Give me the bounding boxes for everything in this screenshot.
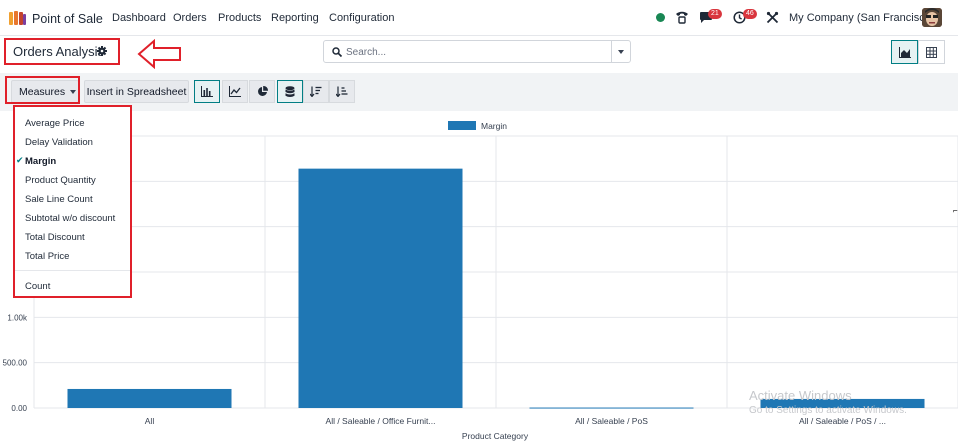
menu-dashboard[interactable]: Dashboard	[112, 12, 166, 24]
phone-icon[interactable]	[675, 10, 689, 24]
y-tick-label: 500.00	[3, 359, 28, 368]
search-input[interactable]	[346, 43, 608, 61]
line-chart-button[interactable]	[222, 80, 248, 103]
pie-chart-button[interactable]	[249, 80, 275, 103]
menu-orders[interactable]: Orders	[173, 12, 207, 24]
avatar-face-icon	[922, 8, 942, 27]
resize-handle-icon[interactable]: ⌐	[953, 206, 958, 215]
table-icon	[926, 46, 937, 58]
bar-chart-button[interactable]	[194, 80, 220, 103]
measure-count[interactable]: Count	[25, 281, 50, 292]
measure-total-discount[interactable]: Total Discount	[25, 232, 85, 243]
point-of-sale-app-icon[interactable]	[9, 11, 26, 25]
x-tick-label: All	[145, 416, 155, 426]
x-tick-label: All / Saleable / PoS	[575, 416, 648, 426]
pie-chart-icon	[257, 86, 268, 96]
company-switcher[interactable]: My Company (San Francisco)	[789, 12, 935, 24]
menu-divider	[15, 270, 130, 271]
bar-chart-icon	[201, 86, 213, 97]
x-axis-title: Product Category	[462, 431, 529, 441]
measure-margin[interactable]: Margin	[25, 156, 56, 167]
y-tick-label: 0.00	[11, 404, 27, 413]
search-icon	[332, 47, 342, 57]
bar-2[interactable]	[529, 407, 694, 409]
measure-sale-line-count[interactable]: Sale Line Count	[25, 194, 93, 205]
x-tick-label: All / Saleable / PoS / ...	[799, 416, 886, 426]
chevron-down-icon	[618, 49, 624, 54]
sort-ascending-icon	[336, 86, 348, 97]
measure-subtotal-wo-discount[interactable]: Subtotal w/o discount	[25, 213, 115, 224]
line-chart-icon	[229, 86, 241, 97]
user-avatar[interactable]	[922, 8, 942, 27]
pivot-view-button[interactable]	[918, 40, 945, 64]
chart-legend-label: Margin	[481, 121, 507, 131]
app-name[interactable]: Point of Sale	[32, 12, 103, 26]
top-navbar: Point of Sale Dashboard Orders Products …	[0, 0, 958, 36]
search-options-toggle[interactable]	[611, 41, 630, 62]
title-highlight-box	[4, 38, 120, 65]
area-chart-icon	[898, 46, 911, 58]
sort-descending-button[interactable]	[303, 80, 329, 103]
check-icon: ✔	[16, 155, 24, 165]
chart-legend-swatch[interactable]	[448, 121, 476, 130]
menu-reporting[interactable]: Reporting	[271, 12, 319, 24]
watermark-title: Activate Windows	[749, 388, 852, 403]
insert-spreadsheet-button[interactable]: Insert in Spreadsheet	[84, 80, 189, 103]
x-tick-label: All / Saleable / Office Furnit...	[326, 416, 436, 426]
measure-product-quantity[interactable]: Product Quantity	[25, 175, 96, 186]
search-bar	[323, 40, 631, 63]
activity-badge: 46	[743, 9, 757, 19]
watermark-subtitle: Go to Settings to activate Windows.	[749, 405, 907, 416]
menu-products[interactable]: Products	[218, 12, 261, 24]
measure-delay-validation[interactable]: Delay Validation	[25, 137, 93, 148]
measure-total-price[interactable]: Total Price	[25, 251, 69, 262]
sort-descending-icon	[310, 86, 322, 97]
measures-highlight-box	[5, 76, 80, 104]
bar-0[interactable]	[67, 388, 232, 408]
menu-configuration[interactable]: Configuration	[329, 12, 394, 24]
measure-average-price[interactable]: Average Price	[25, 118, 85, 129]
stacked-button[interactable]	[277, 80, 303, 103]
status-indicator	[656, 13, 665, 22]
annotation-arrow-icon	[137, 39, 181, 69]
bar-1[interactable]	[298, 168, 463, 408]
windows-activation-watermark: Activate Windows Go to Settings to activ…	[749, 388, 907, 416]
chat-badge: 21	[708, 9, 722, 19]
measures-dropdown-menu: Average Price Delay Validation ✔ Margin …	[13, 105, 132, 298]
y-tick-label: 1.00k	[7, 313, 28, 322]
sort-ascending-button[interactable]	[329, 80, 355, 103]
graph-view-button[interactable]	[891, 40, 918, 64]
database-stack-icon	[285, 85, 295, 97]
tools-icon[interactable]	[766, 11, 779, 24]
